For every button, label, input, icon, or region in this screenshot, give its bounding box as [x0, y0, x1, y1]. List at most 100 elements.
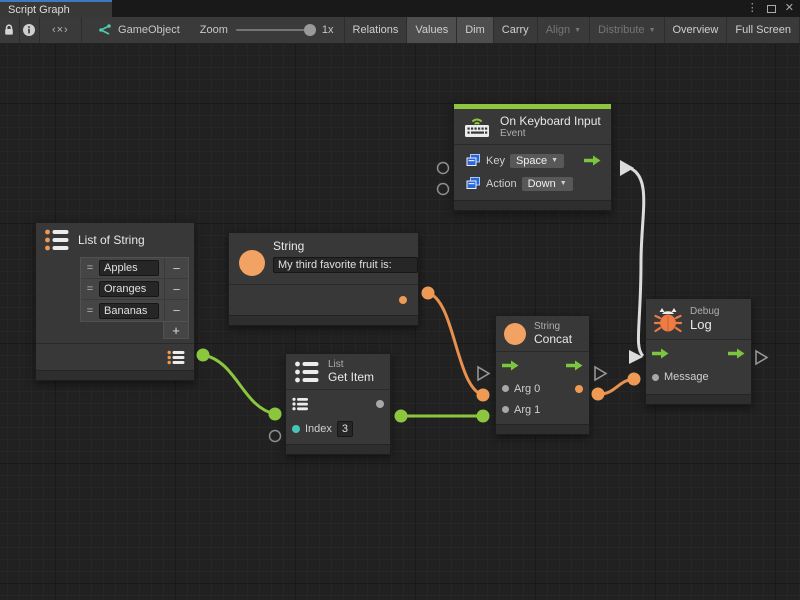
list-items-panel: = Apples − = Oranges − = Bananas − [80, 257, 189, 322]
list-icon [294, 360, 320, 384]
string-type-icon [504, 323, 526, 345]
node-string-literal[interactable]: String My third favorite fruit is: [228, 232, 419, 326]
node-title: List of String [78, 233, 145, 247]
string-type-icon [239, 250, 265, 276]
add-item-button[interactable]: + [163, 322, 189, 339]
string-output-port[interactable] [399, 296, 407, 304]
item-output-port[interactable] [376, 400, 384, 408]
visual-scripting-window: Script Graph ⋮ ✕ ‹×› [0, 0, 800, 600]
node-category: Debug [690, 306, 719, 317]
wire-string-to-concat-arg0 [428, 293, 483, 395]
arg0-label: Arg 0 [514, 383, 540, 395]
node-subtitle: Event [500, 128, 601, 139]
list-item-row: = Apples − [81, 258, 188, 279]
wire-endpoint [422, 287, 435, 300]
drag-handle-icon[interactable]: = [81, 283, 99, 295]
list-output-port-icon[interactable] [167, 350, 186, 365]
keyboard-action-ext-port[interactable] [438, 184, 449, 195]
arg1-label: Arg 1 [514, 404, 540, 416]
node-get-item[interactable]: List Get Item Index 3 [285, 353, 391, 455]
enum-icon [466, 177, 481, 190]
wire-endpoint [628, 373, 641, 386]
wire-endpoint [197, 349, 210, 362]
trigger-input-arrow-icon[interactable] [652, 348, 669, 359]
node-footer [229, 315, 418, 325]
arg0-row: Arg 0 [496, 378, 589, 399]
trigger-row [496, 352, 589, 378]
arg0-input-port[interactable] [502, 385, 509, 392]
trigger-output-arrow-icon[interactable] [584, 155, 601, 166]
index-label: Index [305, 423, 332, 435]
list-output-row [36, 344, 194, 370]
list-item-field[interactable]: Apples [99, 260, 159, 276]
node-footer [286, 444, 390, 454]
chevron-down-icon: ▼ [560, 180, 567, 187]
node-footer [36, 370, 194, 380]
node-title: Log [690, 317, 719, 332]
trigger-output-arrow-icon[interactable] [728, 348, 745, 359]
index-row: Index 3 [286, 417, 390, 440]
result-output-port[interactable] [575, 385, 583, 393]
node-concat[interactable]: String Concat Arg 0 Arg 1 [495, 315, 590, 435]
chevron-down-icon: ▼ [551, 157, 558, 164]
node-list-of-string[interactable]: List of String = Apples − = Oranges − = … [35, 222, 195, 381]
concat-trigger-out-port[interactable] [595, 367, 606, 380]
keyboard-icon [462, 114, 492, 139]
enum-icon [466, 154, 481, 167]
wire-concat-to-log-message [598, 379, 634, 394]
message-row: Message [646, 366, 751, 388]
index-field[interactable]: 3 [337, 421, 353, 437]
wire-endpoint [269, 408, 282, 421]
list-item-field[interactable]: Oranges [99, 281, 159, 297]
remove-item-button[interactable]: − [164, 300, 188, 321]
list-item-row: = Oranges − [81, 279, 188, 300]
trigger-output-arrow-icon[interactable] [566, 360, 583, 371]
node-title: Concat [534, 332, 572, 346]
message-input-port[interactable] [652, 374, 659, 381]
string-output-row [229, 285, 418, 315]
index-input-port[interactable] [292, 425, 300, 433]
node-footer [646, 394, 751, 404]
arg1-input-port[interactable] [502, 406, 509, 413]
arg1-row: Arg 1 [496, 399, 589, 420]
log-trigger-out-port[interactable] [756, 351, 767, 364]
list-input-port-icon[interactable] [292, 397, 310, 411]
trigger-input-arrow-icon[interactable] [502, 360, 519, 371]
node-category: String [534, 321, 572, 332]
wire-keyboard-to-log [630, 168, 644, 356]
trigger-row [646, 340, 751, 366]
wire-endpoint [592, 388, 605, 401]
node-title: String [273, 239, 418, 253]
node-footer [496, 424, 589, 434]
key-dropdown[interactable]: Space ▼ [510, 154, 564, 168]
node-on-keyboard-input[interactable]: On Keyboard Input Event Key Space ▼ [453, 103, 612, 211]
keyboard-key-ext-port[interactable] [438, 163, 449, 174]
node-title: On Keyboard Input [500, 114, 601, 128]
wire-endpoint [477, 410, 490, 423]
bug-icon [654, 304, 682, 334]
wire-endpoint [477, 389, 490, 402]
key-label: Key [486, 155, 505, 167]
remove-item-button[interactable]: − [164, 279, 188, 299]
node-category: List [328, 359, 374, 370]
key-port-row: Key Space ▼ [460, 150, 607, 171]
wire-endpoint [395, 410, 408, 423]
trigger-wire-end-icon [629, 350, 643, 364]
list-icon [44, 228, 70, 252]
action-port-row: Action Down ▼ [460, 173, 607, 194]
node-footer [454, 200, 611, 210]
concat-trigger-in-port[interactable] [478, 367, 489, 380]
list-input-row [286, 390, 390, 417]
drag-handle-icon[interactable]: = [81, 262, 99, 274]
wire-list-to-getitem [203, 355, 275, 414]
getitem-index-ext-port[interactable] [270, 431, 281, 442]
node-title: Get Item [328, 370, 374, 384]
action-label: Action [486, 178, 517, 190]
remove-item-button[interactable]: − [164, 258, 188, 278]
action-dropdown[interactable]: Down ▼ [522, 177, 573, 191]
drag-handle-icon[interactable]: = [81, 305, 99, 317]
node-debug-log[interactable]: Debug Log Message [645, 298, 752, 405]
list-item-row: = Bananas − [81, 300, 188, 321]
list-item-field[interactable]: Bananas [99, 303, 159, 319]
string-value-field[interactable]: My third favorite fruit is: [273, 257, 418, 273]
